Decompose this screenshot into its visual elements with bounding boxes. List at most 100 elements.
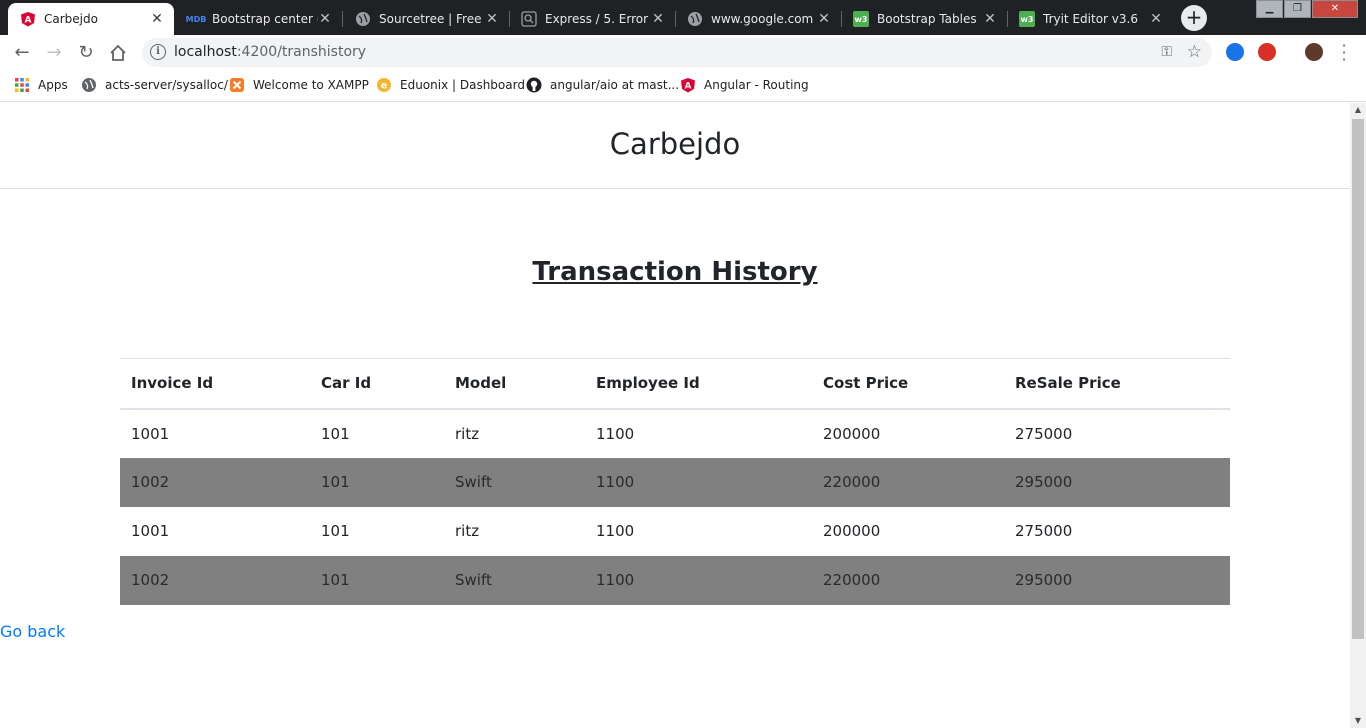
tab-strip: A Carbejdo ✕ MDB Bootstrap center (h ✕ S…: [0, 0, 1366, 35]
column-header-invoice-id: Invoice Id: [131, 374, 214, 393]
bookmark-label: Angular - Routing: [704, 78, 809, 92]
browser-toolbar: ← → ↻ i localhost:4200/transhistory ⚿ ☆ …: [0, 35, 1366, 70]
close-icon[interactable]: ✕: [150, 11, 164, 27]
close-icon[interactable]: ✕: [485, 11, 499, 27]
svg-text:e: e: [381, 81, 388, 92]
cell-resale-price: 295000: [1015, 473, 1073, 491]
new-tab-button[interactable]: +: [1181, 5, 1207, 31]
bookmark-label: Welcome to XAMPP: [253, 78, 369, 92]
tab-carbejdo[interactable]: A Carbejdo ✕: [8, 3, 174, 35]
tab-title: Carbejdo: [44, 12, 98, 26]
tab-bootstrap-center[interactable]: MDB Bootstrap center (h ✕: [176, 3, 343, 35]
bookmark-angular-aio[interactable]: angular/aio at mast...: [526, 77, 679, 93]
scroll-up-arrow-icon[interactable]: ▲: [1350, 103, 1366, 117]
bookmark-acts-server[interactable]: acts-server/sysalloc/: [81, 77, 228, 93]
menu-dots-icon[interactable]: · · ·: [1336, 38, 1352, 68]
url-host: localhost: [174, 44, 237, 60]
tab-bootstrap-tables[interactable]: w3 Bootstrap Tables ✕: [841, 3, 1008, 35]
cell-invoice-id: 1002: [131, 473, 170, 491]
column-header-cost-price: Cost Price: [823, 374, 909, 393]
close-icon[interactable]: ✕: [817, 11, 831, 27]
cell-car-id: 101: [321, 571, 350, 589]
table-row: 1002 101 Swift 1100 220000 295000: [120, 555, 1230, 605]
profile-avatar[interactable]: [1305, 43, 1323, 61]
navbar-brand-container: Carbejdo: [0, 103, 1350, 189]
xampp-icon: [229, 77, 245, 93]
tab-title: www.google.com: [711, 12, 814, 26]
back-arrow-icon[interactable]: ←: [10, 41, 34, 65]
scroll-down-arrow-icon[interactable]: ▼: [1350, 714, 1366, 728]
vertical-scrollbar[interactable]: ▲ ▼: [1350, 103, 1366, 728]
tab-title: Bootstrap Tables: [877, 12, 977, 26]
globe-icon: [687, 11, 703, 27]
cell-employee-id: 1100: [596, 424, 635, 443]
svg-text:A: A: [685, 82, 692, 92]
site-info-icon[interactable]: i: [150, 44, 166, 60]
cell-cost-price: 200000: [823, 522, 881, 540]
cell-employee-id: 1100: [596, 473, 635, 491]
cell-cost-price: 200000: [823, 424, 881, 443]
brand-title: Carbejdo: [609, 127, 741, 161]
go-back-link[interactable]: Go back: [0, 622, 65, 641]
w3schools-icon: w3: [853, 11, 869, 27]
extension-blue-icon[interactable]: [1226, 43, 1244, 61]
angular-icon: A: [680, 77, 696, 93]
bookmark-eduonix[interactable]: e Eduonix | Dashboard: [376, 77, 525, 93]
url-path: :4200/transhistory: [236, 44, 367, 60]
window-close-icon[interactable]: ✕: [1312, 0, 1358, 18]
column-header-resale-price: ReSale Price: [1015, 374, 1121, 393]
bookmark-label: angular/aio at mast...: [550, 78, 680, 92]
url-text: localhost:4200/transhistory: [174, 38, 366, 67]
cell-model: ritz: [455, 522, 480, 540]
cell-employee-id: 1100: [596, 522, 635, 540]
tab-google[interactable]: www.google.com ✕: [675, 3, 842, 35]
cell-employee-id: 1100: [596, 571, 635, 589]
home-icon[interactable]: [106, 41, 130, 65]
tab-title: Bootstrap center (h: [212, 12, 318, 26]
tab-tryit-editor[interactable]: w3 Tryit Editor v3.6 ✕: [1007, 3, 1173, 35]
cell-car-id: 101: [321, 473, 350, 491]
extension-red-icon[interactable]: [1258, 43, 1276, 61]
svg-text:A: A: [25, 16, 32, 26]
forward-arrow-icon[interactable]: →: [42, 41, 66, 65]
bookmark-apps[interactable]: Apps: [14, 77, 68, 93]
tab-title: Tryit Editor v3.6: [1043, 12, 1138, 26]
eduonix-icon: e: [376, 77, 392, 93]
cell-resale-price: 275000: [1015, 424, 1073, 443]
tab-sourcetree[interactable]: Sourcetree | Free G ✕: [343, 3, 510, 35]
minimize-icon[interactable]: ▁: [1256, 0, 1283, 18]
cell-invoice-id: 1001: [131, 424, 170, 443]
close-icon[interactable]: ✕: [1149, 11, 1163, 27]
cell-model: Swift: [455, 571, 492, 589]
angular-icon: A: [20, 11, 36, 27]
address-bar[interactable]: i localhost:4200/transhistory ⚿ ☆: [142, 38, 1212, 67]
globe-icon: [355, 11, 371, 27]
table-row: 1001 101 ritz 1100 200000 275000: [120, 409, 1230, 458]
maximize-icon[interactable]: ❐: [1284, 0, 1311, 18]
bookmark-xampp[interactable]: Welcome to XAMPP: [229, 77, 369, 93]
cell-resale-price: 275000: [1015, 522, 1073, 540]
column-header-employee-id: Employee Id: [596, 374, 700, 393]
cell-model: Swift: [455, 473, 492, 491]
close-icon[interactable]: ✕: [318, 11, 332, 27]
bookmark-star-icon[interactable]: ☆: [1187, 42, 1202, 62]
close-icon[interactable]: ✕: [983, 11, 997, 27]
transaction-table: Invoice Id Car Id Model Employee Id Cost…: [120, 358, 1230, 605]
reload-icon[interactable]: ↻: [74, 41, 98, 65]
search-page-icon: [521, 11, 537, 27]
column-header-car-id: Car Id: [321, 374, 372, 393]
page-viewport: Carbejdo Transaction History Invoice Id …: [0, 103, 1350, 728]
key-icon[interactable]: ⚿: [1161, 44, 1172, 60]
close-icon[interactable]: ✕: [651, 11, 665, 27]
scrollbar-thumb[interactable]: [1352, 119, 1364, 639]
window-controls: ▁ ❐ ✕: [1255, 0, 1358, 18]
tab-title: Express / 5. Error H: [545, 12, 651, 26]
tab-title: Sourcetree | Free G: [379, 12, 485, 26]
table-row: 1002 101 Swift 1100 220000 295000: [120, 457, 1230, 507]
mdb-icon: MDB: [185, 14, 207, 24]
bookmark-angular-routing[interactable]: A Angular - Routing: [680, 77, 809, 93]
tab-express[interactable]: Express / 5. Error H ✕: [509, 3, 676, 35]
cell-invoice-id: 1002: [131, 571, 170, 589]
apps-grid-icon: [14, 77, 30, 93]
page-heading-container: Transaction History: [0, 257, 1350, 287]
